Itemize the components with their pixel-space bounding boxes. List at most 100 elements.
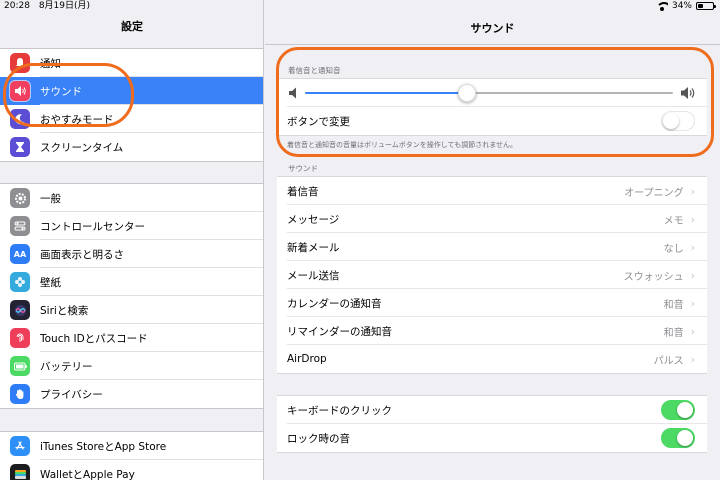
sidebar-item[interactable]: 通知 <box>0 49 263 77</box>
sidebar-item[interactable]: サウンド <box>0 77 263 105</box>
sound-row-label: 新着メール <box>287 241 340 254</box>
speaker-icon <box>9 80 31 102</box>
chevron-right-icon: › <box>690 184 695 198</box>
sound-row-value: なし <box>663 243 684 255</box>
toggle-row: キーボードのクリック <box>277 396 707 424</box>
sidebar-item[interactable]: WalletとApple Pay <box>0 460 263 480</box>
sidebar-item-label: 通知 <box>40 57 61 70</box>
battery-icon <box>10 356 30 376</box>
volume-fill <box>305 92 467 94</box>
sidebar-item[interactable]: iTunes StoreとApp Store <box>0 432 263 460</box>
sound-row-value: パルス <box>653 355 684 367</box>
ringer-section-footer: 着信音と通知音の音量はボリュームボタンを操作しても調節されません。 <box>287 141 518 149</box>
sidebar-group-3: iTunes StoreとApp Store WalletとApple Pay <box>0 431 263 480</box>
sidebar-item[interactable]: スクリーンタイム <box>0 133 263 161</box>
chevron-right-icon: › <box>690 212 695 226</box>
battery-icon <box>696 2 716 10</box>
wallet-icon <box>10 464 30 480</box>
chevron-right-icon: › <box>690 268 695 282</box>
status-date: 8月19日(月) <box>38 1 91 11</box>
chevron-right-icon: › <box>690 324 695 338</box>
sound-row[interactable]: リマインダーの通知音 和音 › <box>277 317 707 345</box>
sidebar-item[interactable]: AA 画面表示と明るさ <box>0 240 263 268</box>
battery-percent: 34% <box>671 1 692 11</box>
hand-icon <box>10 384 30 404</box>
chevron-right-icon: › <box>690 240 695 254</box>
appstore-icon <box>10 436 30 456</box>
toggle-row: ロック時の音 <box>277 424 707 452</box>
sound-row[interactable]: AirDrop パルス › <box>277 345 707 373</box>
sidebar-group-2: 一般コントロールセンター AA 画面表示と明るさ 壁紙 Siriと検索 Touch IDと… <box>0 183 263 409</box>
sound-row-label: カレンダーの通知音 <box>287 297 382 310</box>
sidebar-item-label: WalletとApple Pay <box>40 468 135 480</box>
sidebar-item[interactable]: 一般 <box>0 184 263 212</box>
sidebar-item-label: 画面表示と明るさ <box>40 248 124 261</box>
bell-icon <box>10 53 30 73</box>
sound-row-label: 着信音 <box>287 185 319 198</box>
sidebar-item-label: バッテリー <box>40 360 93 373</box>
sidebar-item[interactable]: Siriと検索 <box>0 296 263 324</box>
toggle-switch[interactable] <box>661 428 695 448</box>
fingerprint-icon <box>10 328 30 348</box>
change-with-buttons-row: ボタンで変更 <box>277 107 707 135</box>
sidebar-item-label: プライバシー <box>40 388 103 401</box>
sound-row[interactable]: メッセージ メモ › <box>277 205 707 233</box>
sidebar-item[interactable]: おやすみモード <box>0 105 263 133</box>
sound-row[interactable]: カレンダーの通知音 和音 › <box>277 289 707 317</box>
sound-row-value: メモ <box>663 215 684 227</box>
status-time: 20:28 <box>4 1 30 11</box>
sound-row-label: メール送信 <box>287 269 340 282</box>
ringer-group: ボタンで変更 <box>277 78 707 136</box>
status-bar: 20:28 8月19日(月) 34% <box>0 0 720 12</box>
moon-icon <box>10 109 30 129</box>
sound-row[interactable]: メール送信 スウォッシュ › <box>277 261 707 289</box>
sound-row-label: リマインダーの通知音 <box>287 325 392 338</box>
sounds-section-header: サウンド <box>288 164 318 173</box>
change-with-buttons-label: ボタンで変更 <box>287 115 350 128</box>
sound-row-value: 和音 <box>663 299 684 311</box>
sidebar-item-label: コントロールセンター <box>40 220 145 233</box>
gear-icon <box>10 188 30 208</box>
sound-row-value: 和音 <box>663 327 684 339</box>
chevron-right-icon: › <box>690 296 695 310</box>
sidebar-item[interactable]: バッテリー <box>0 352 263 380</box>
sidebar-item-label: サウンド <box>40 85 82 98</box>
sounds-group: 着信音 オープニング › メッセージ メモ › 新着メール なし › メール送信 スウォッシュ › カレ… <box>277 176 707 374</box>
sound-row[interactable]: 着信音 オープニング › <box>277 177 707 205</box>
toggle-switch[interactable] <box>661 400 695 420</box>
sidebar-item[interactable]: Touch IDとパスコード <box>0 324 263 352</box>
sound-row-value: スウォッシュ <box>623 271 684 283</box>
sidebar-item-label: Siriと検索 <box>40 304 89 317</box>
sidebar-item-label: おやすみモード <box>40 113 114 126</box>
pane-title: サウンド <box>470 22 515 35</box>
flower-icon <box>10 272 30 292</box>
sidebar-title: 設定 <box>121 20 143 33</box>
hourglass-icon <box>10 137 30 157</box>
battery-fill <box>698 4 703 8</box>
ringer-volume-slider[interactable] <box>305 84 673 102</box>
sidebar-group-1: 通知サウンドおやすみモードスクリーンタイム <box>0 48 263 162</box>
sidebar-item-label: 壁紙 <box>40 276 61 289</box>
toggles-icon <box>10 216 30 236</box>
sidebar-item-label: iTunes StoreとApp Store <box>40 440 167 453</box>
toggle-row-label: ロック時の音 <box>287 432 350 445</box>
sound-row-label: メッセージ <box>287 213 340 226</box>
sound-row-label: AirDrop <box>287 353 327 365</box>
nav-divider <box>265 44 720 45</box>
speaker-low-icon <box>289 87 296 99</box>
change-with-buttons-toggle[interactable] <box>661 111 695 131</box>
sidebar-item[interactable]: コントロールセンター <box>0 212 263 240</box>
sidebar-item[interactable]: プライバシー <box>0 380 263 408</box>
toggle-row-label: キーボードのクリック <box>287 404 392 417</box>
sound-row[interactable]: 新着メール なし › <box>277 233 707 261</box>
settings-sidebar: 設定 通知サウンドおやすみモードスクリーンタイム 一般コントロールセンター AA 画… <box>0 0 264 480</box>
feedback-toggles-group: キーボードのクリック ロック時の音 <box>277 395 707 453</box>
aa-icon: AA <box>10 244 30 264</box>
ringer-volume-row <box>277 79 707 107</box>
sidebar-item[interactable]: 壁紙 <box>0 268 263 296</box>
sidebar-item-label: Touch IDとパスコード <box>40 332 148 345</box>
siri-icon <box>10 300 30 320</box>
sidebar-item-label: 一般 <box>40 192 61 205</box>
volume-slider-knob[interactable] <box>457 84 476 102</box>
chevron-right-icon: › <box>690 352 695 366</box>
